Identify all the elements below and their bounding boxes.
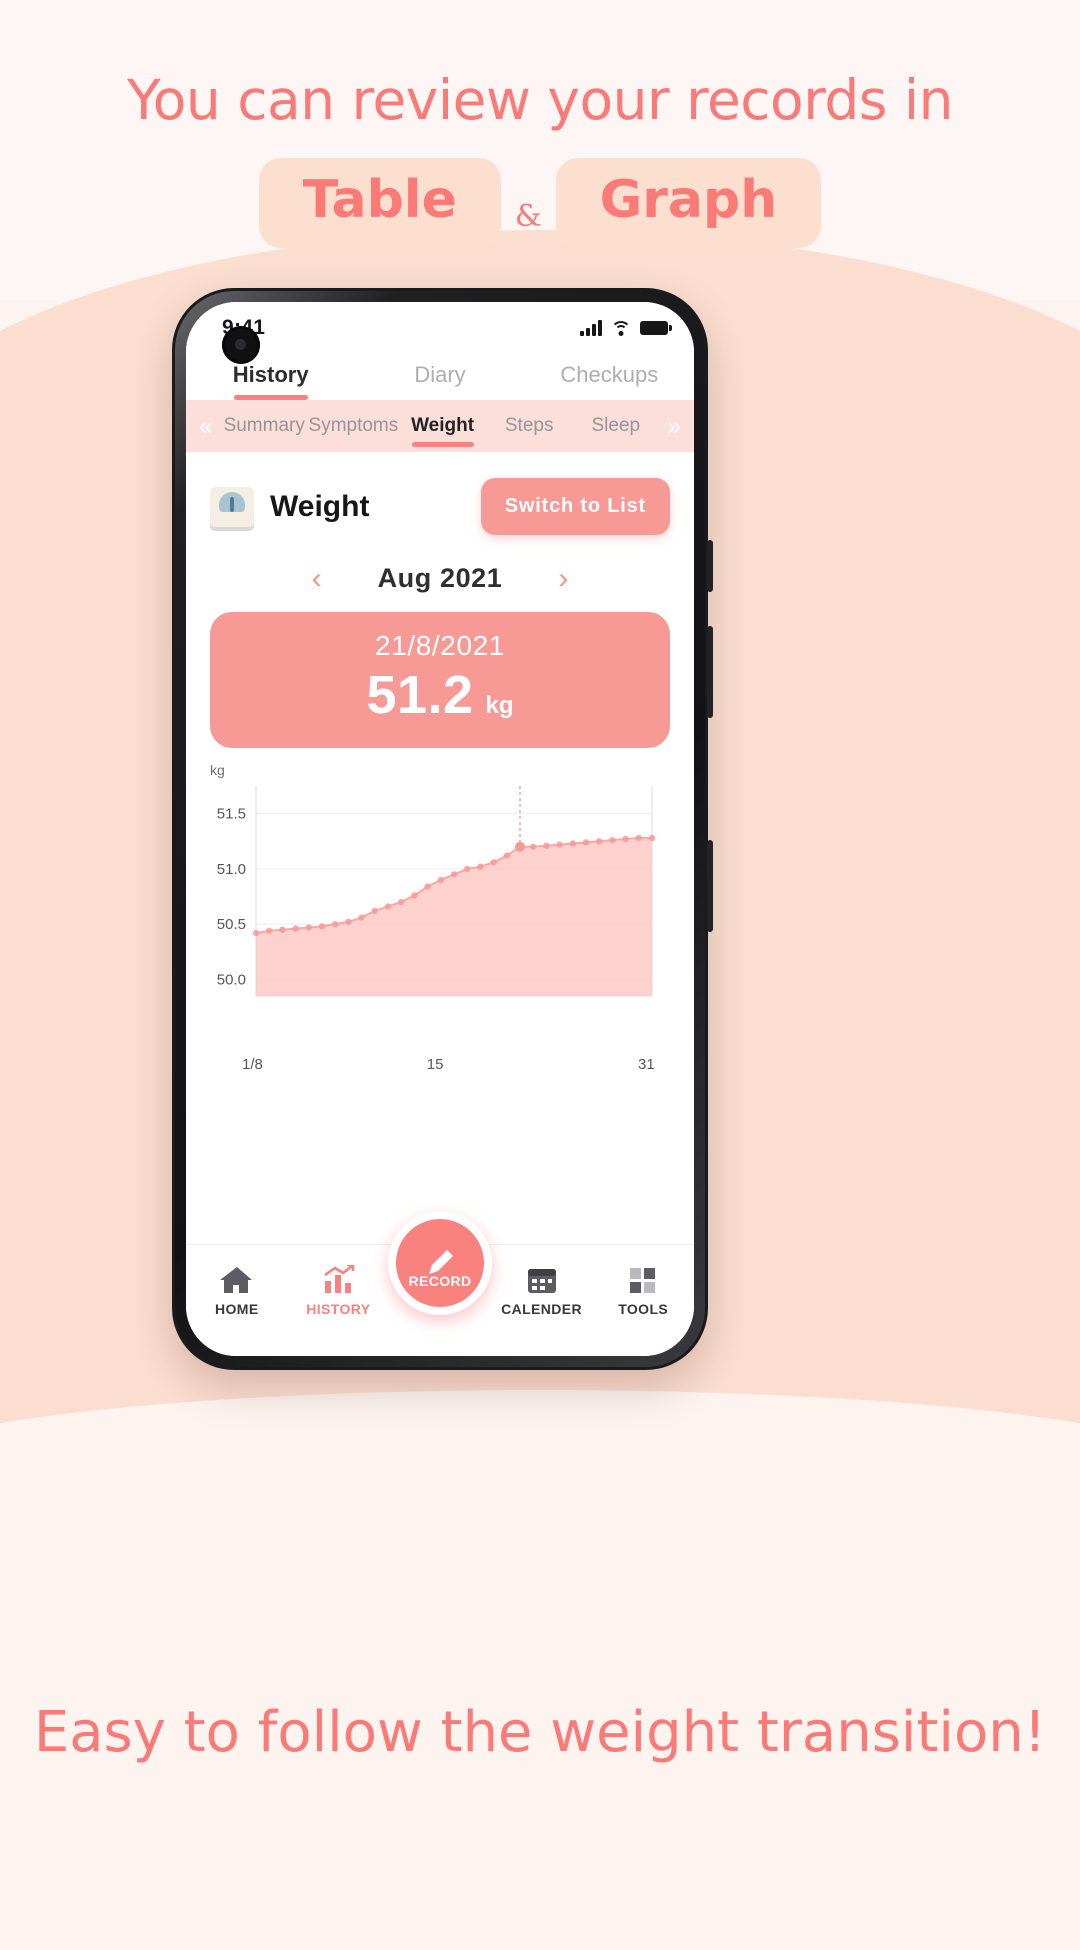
nav-item-history[interactable]: HISTORY	[288, 1259, 390, 1317]
phone-mockup: 9:41 History Diary Checkups « Summary Sy…	[172, 288, 713, 1370]
phone-button-power	[707, 840, 713, 932]
selected-value-line: 51.2 kg	[210, 664, 670, 726]
tab-history-label: History	[232, 362, 309, 387]
current-month-label: Aug 2021	[377, 563, 503, 593]
tab-history[interactable]: History	[186, 362, 355, 400]
svg-text:50.0: 50.0	[217, 971, 246, 988]
battery-full-icon	[640, 321, 672, 335]
tab-checkups-label: Checkups	[560, 362, 659, 387]
nav-item-home[interactable]: HOME	[186, 1259, 288, 1317]
tab-diary-label: Diary	[414, 362, 466, 387]
promo-badges: Table & Graph	[0, 158, 1080, 248]
svg-text:51.0: 51.0	[217, 861, 246, 878]
promo-badge-graph: Graph	[555, 158, 822, 248]
record-button[interactable]: RECORD	[388, 1211, 492, 1315]
home-icon	[186, 1259, 288, 1301]
tab-checkups[interactable]: Checkups	[525, 362, 694, 400]
section-title: Weight	[270, 489, 370, 523]
sub-tab-sleep[interactable]: Sleep	[573, 400, 658, 452]
chart-x-tick: 31	[638, 1056, 655, 1073]
svg-text:51.5: 51.5	[217, 806, 246, 823]
promo-headline: You can review your records in	[126, 68, 954, 132]
cellular-signal-icon	[580, 320, 602, 336]
chart-x-tick: 15	[426, 1056, 444, 1073]
svg-text:50.5: 50.5	[217, 916, 246, 933]
sub-tab-steps[interactable]: Steps	[487, 400, 572, 452]
nav-item-calender[interactable]: CALENDER	[491, 1259, 593, 1317]
nav-item-tools[interactable]: TOOLS	[592, 1259, 694, 1317]
promo-footer-text: Easy to follow the weight transition!	[33, 1700, 1047, 1765]
section-header: Weight Switch to List	[186, 452, 694, 535]
background-bottom-arc	[0, 1390, 1080, 1950]
weight-scale-icon	[210, 486, 254, 527]
chevron-right-icon[interactable]: »	[660, 412, 688, 441]
nav-label-tools: TOOLS	[618, 1301, 669, 1317]
month-navigator: ‹ Aug 2021 ›	[186, 535, 694, 612]
main-tab-bar: History Diary Checkups	[186, 354, 694, 400]
sub-tab-bar: « Summary Symptoms Weight Steps Sleep »	[186, 400, 694, 452]
weight-chart[interactable]: kg 50.0 50.5 51.0 51.5 1/8 15 31	[186, 762, 694, 1073]
sub-tab-summary[interactable]: Summary	[222, 400, 307, 452]
selected-weight-unit: kg	[485, 692, 514, 719]
promo-badge-table: Table	[258, 158, 501, 248]
chevron-left-icon[interactable]: «	[192, 412, 220, 441]
phone-button-volume	[707, 626, 713, 718]
selected-value-card[interactable]: 21/8/2021 51.2 kg	[210, 612, 670, 748]
phone-screen: 9:41 History Diary Checkups « Summary Sy…	[186, 302, 694, 1356]
nav-label-home: HOME	[214, 1301, 259, 1317]
phone-button-mute	[707, 540, 713, 592]
next-month-button[interactable]: ›	[558, 563, 568, 594]
selected-weight-value: 51.2	[366, 665, 474, 725]
nav-label-record: RECORD	[408, 1273, 472, 1289]
nav-label-history: HISTORY	[306, 1301, 371, 1317]
selected-date: 21/8/2021	[375, 630, 505, 661]
grid-blocks-icon	[592, 1259, 694, 1301]
sub-tab-symptoms[interactable]: Symptoms	[309, 400, 399, 452]
sub-tab-weight[interactable]: Weight	[400, 400, 485, 452]
chart-bars-icon	[288, 1259, 390, 1301]
tab-diary[interactable]: Diary	[355, 362, 524, 400]
status-bar: 9:41	[186, 302, 694, 354]
bottom-navigation-bar: HOME HISTORY RECORD CALENDER TOOLS	[186, 1211, 694, 1356]
status-icon-group	[580, 320, 672, 336]
weight-area-chart-svg: 50.0 50.5 51.0 51.5	[217, 786, 656, 997]
chart-x-tick: 1/8	[242, 1056, 263, 1073]
wifi-icon	[611, 320, 631, 336]
switch-to-list-button[interactable]: Switch to List	[480, 478, 670, 535]
previous-month-button[interactable]: ‹	[312, 563, 322, 594]
promo-ampersand: &	[514, 199, 542, 234]
calendar-icon	[491, 1259, 593, 1301]
nav-label-calender: CALENDER	[501, 1301, 583, 1317]
front-camera-punch-hole	[222, 326, 260, 364]
